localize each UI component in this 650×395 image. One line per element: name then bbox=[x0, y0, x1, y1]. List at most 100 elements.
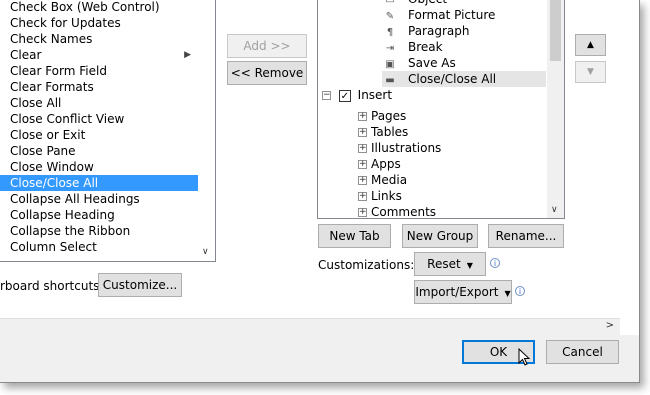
expand-icon[interactable]: + bbox=[358, 192, 367, 201]
tree-group-label: Apps bbox=[371, 157, 401, 171]
tree-command-label: Format Picture bbox=[408, 8, 496, 22]
command-list-item[interactable]: Collapse Heading bbox=[0, 207, 215, 223]
command-label: Collapse the Ribbon bbox=[10, 224, 131, 238]
expand-icon[interactable]: + bbox=[358, 128, 367, 137]
tree-command-label: Paragraph bbox=[408, 24, 470, 38]
triangle-up-icon: ▲ bbox=[587, 40, 594, 50]
add-button[interactable]: Add >> bbox=[227, 34, 307, 58]
command-list-item[interactable]: Collapse All Headings bbox=[0, 191, 215, 207]
tree-scrollbar[interactable]: ∨ bbox=[547, 0, 564, 218]
commands-list[interactable]: Check Box (Web Control) Check for Updates… bbox=[0, 0, 216, 262]
horizontal-scrollbar[interactable]: > bbox=[0, 318, 620, 335]
dropdown-arrow-icon: ▼ bbox=[504, 289, 511, 298]
tree-group-label: Tables bbox=[371, 125, 409, 139]
command-label: Close Window bbox=[10, 160, 94, 174]
tree-command-item[interactable]: ✎ Format Picture bbox=[382, 7, 546, 23]
tree-command-label: Save As bbox=[408, 56, 456, 70]
command-list-item[interactable]: Close or Exit bbox=[0, 127, 215, 143]
expand-icon[interactable]: + bbox=[358, 176, 367, 185]
reset-dropdown[interactable]: Reset ▼ bbox=[414, 252, 486, 276]
command-label: Close/Close All bbox=[10, 176, 99, 190]
info-icon[interactable]: i bbox=[490, 258, 500, 268]
triangle-down-icon: ▼ bbox=[587, 67, 594, 77]
tree-command-label: Break bbox=[408, 40, 443, 54]
tree-command-item[interactable]: ⇥ Break bbox=[382, 39, 546, 55]
tree-command-item[interactable]: ▣ Save As bbox=[382, 55, 546, 71]
command-list-item[interactable]: Close All bbox=[0, 95, 215, 111]
insert-checkbox[interactable]: ✓ bbox=[338, 89, 351, 102]
command-label: Close All bbox=[10, 96, 62, 110]
tree-group-label: Links bbox=[371, 189, 402, 203]
commands-scrollbar[interactable]: ∨ bbox=[198, 0, 215, 261]
rename-button[interactable]: Rename... bbox=[488, 224, 564, 248]
scroll-right-arrow-icon[interactable]: > bbox=[606, 320, 614, 331]
tree-group-label: Media bbox=[371, 173, 408, 187]
command-label: Column Select bbox=[10, 240, 97, 254]
command-list-item[interactable]: Collapse the Ribbon bbox=[0, 223, 215, 239]
command-label: Collapse Heading bbox=[10, 208, 115, 222]
command-label: Clear Formats bbox=[10, 80, 94, 94]
tree-group-item[interactable]: + Tables bbox=[358, 124, 408, 140]
new-tab-button[interactable]: New Tab bbox=[318, 224, 391, 248]
break-icon: ⇥ bbox=[385, 42, 395, 54]
object-icon: ▭ bbox=[385, 0, 395, 6]
command-label: Clear Form Field bbox=[10, 64, 107, 78]
tree-command-item[interactable]: ▭ Object bbox=[382, 0, 546, 7]
tree-group-item[interactable]: + Illustrations bbox=[358, 140, 441, 156]
tree-group-item[interactable]: + Media bbox=[358, 172, 407, 188]
info-icon[interactable]: i bbox=[515, 286, 525, 296]
mouse-cursor-icon bbox=[518, 348, 531, 366]
tree-group-label: Pages bbox=[371, 109, 407, 123]
command-list-item[interactable]: Check Names bbox=[0, 31, 215, 47]
format-picture-icon: ✎ bbox=[385, 10, 395, 22]
command-list-item[interactable]: Clear Form Field bbox=[0, 63, 215, 79]
expand-icon[interactable]: + bbox=[358, 112, 367, 121]
expand-icon[interactable]: + bbox=[358, 160, 367, 169]
tree-group-label: Illustrations bbox=[371, 141, 442, 155]
collapse-icon[interactable]: − bbox=[322, 91, 331, 100]
dropdown-arrow-icon: ▼ bbox=[466, 261, 473, 270]
customize-button[interactable]: Customize... bbox=[98, 273, 182, 297]
scroll-down-arrow-icon[interactable]: ∨ bbox=[551, 205, 558, 215]
command-list-item[interactable]: Check for Updates bbox=[0, 15, 215, 31]
command-label: Check Names bbox=[10, 32, 93, 46]
tree-node-label: Insert bbox=[357, 88, 393, 102]
import-export-dropdown[interactable]: Import/Export ▼ bbox=[414, 280, 512, 304]
command-label: Check Box (Web Control) bbox=[10, 0, 160, 14]
command-list-item[interactable]: Column Select bbox=[0, 239, 215, 255]
save-as-icon: ▣ bbox=[385, 58, 395, 70]
command-list-item[interactable]: Close Conflict View bbox=[0, 111, 215, 127]
command-list-item[interactable]: Close Window bbox=[0, 159, 215, 175]
tree-node-insert[interactable]: − ✓ Insert bbox=[322, 87, 392, 103]
command-list-item[interactable]: Close Pane bbox=[0, 143, 215, 159]
paragraph-icon: ¶ bbox=[386, 26, 394, 38]
command-label: Close Pane bbox=[10, 144, 76, 158]
remove-button[interactable]: << Remove bbox=[227, 61, 307, 85]
tree-group-label: Comments bbox=[371, 205, 437, 219]
command-list-item[interactable]: Close/Close All bbox=[0, 175, 215, 191]
ribbon-tree[interactable]: ▭ Object ✎ Format Picture ¶ Paragraph ⇥ Break ▣ S… bbox=[317, 0, 565, 219]
tree-scroll-thumb[interactable] bbox=[550, 0, 561, 61]
keyboard-shortcuts-label: rboard shortcuts: bbox=[0, 279, 104, 293]
tree-group-item[interactable]: + Comments bbox=[358, 204, 437, 219]
new-group-button[interactable]: New Group bbox=[402, 224, 478, 248]
move-up-button[interactable]: ▲ bbox=[575, 34, 606, 56]
submenu-arrow-icon: ▶ bbox=[184, 50, 191, 60]
command-list-item[interactable]: Check Box (Web Control) bbox=[0, 0, 215, 15]
tree-group-item[interactable]: + Links bbox=[358, 188, 402, 204]
tree-command-item[interactable]: ¶ Paragraph bbox=[382, 23, 546, 39]
expand-icon[interactable]: + bbox=[358, 144, 367, 153]
tree-command-item[interactable]: ▬ Close/Close All bbox=[382, 71, 546, 87]
tree-command-label: Object bbox=[408, 0, 447, 6]
tree-group-item[interactable]: + Pages bbox=[358, 108, 406, 124]
scroll-down-arrow-icon[interactable]: ∨ bbox=[202, 247, 209, 257]
customizations-label: Customizations: bbox=[318, 258, 415, 272]
command-list-item[interactable]: Clear Formats bbox=[0, 79, 215, 95]
dialog-footer bbox=[0, 335, 639, 382]
move-down-button[interactable]: ▼ bbox=[575, 61, 606, 83]
expand-icon[interactable]: + bbox=[358, 208, 367, 217]
tree-group-item[interactable]: + Apps bbox=[358, 156, 401, 172]
command-label: Close Conflict View bbox=[10, 112, 125, 126]
cancel-button[interactable]: Cancel bbox=[546, 340, 619, 364]
command-list-item[interactable]: Clear ▶ bbox=[0, 47, 215, 63]
